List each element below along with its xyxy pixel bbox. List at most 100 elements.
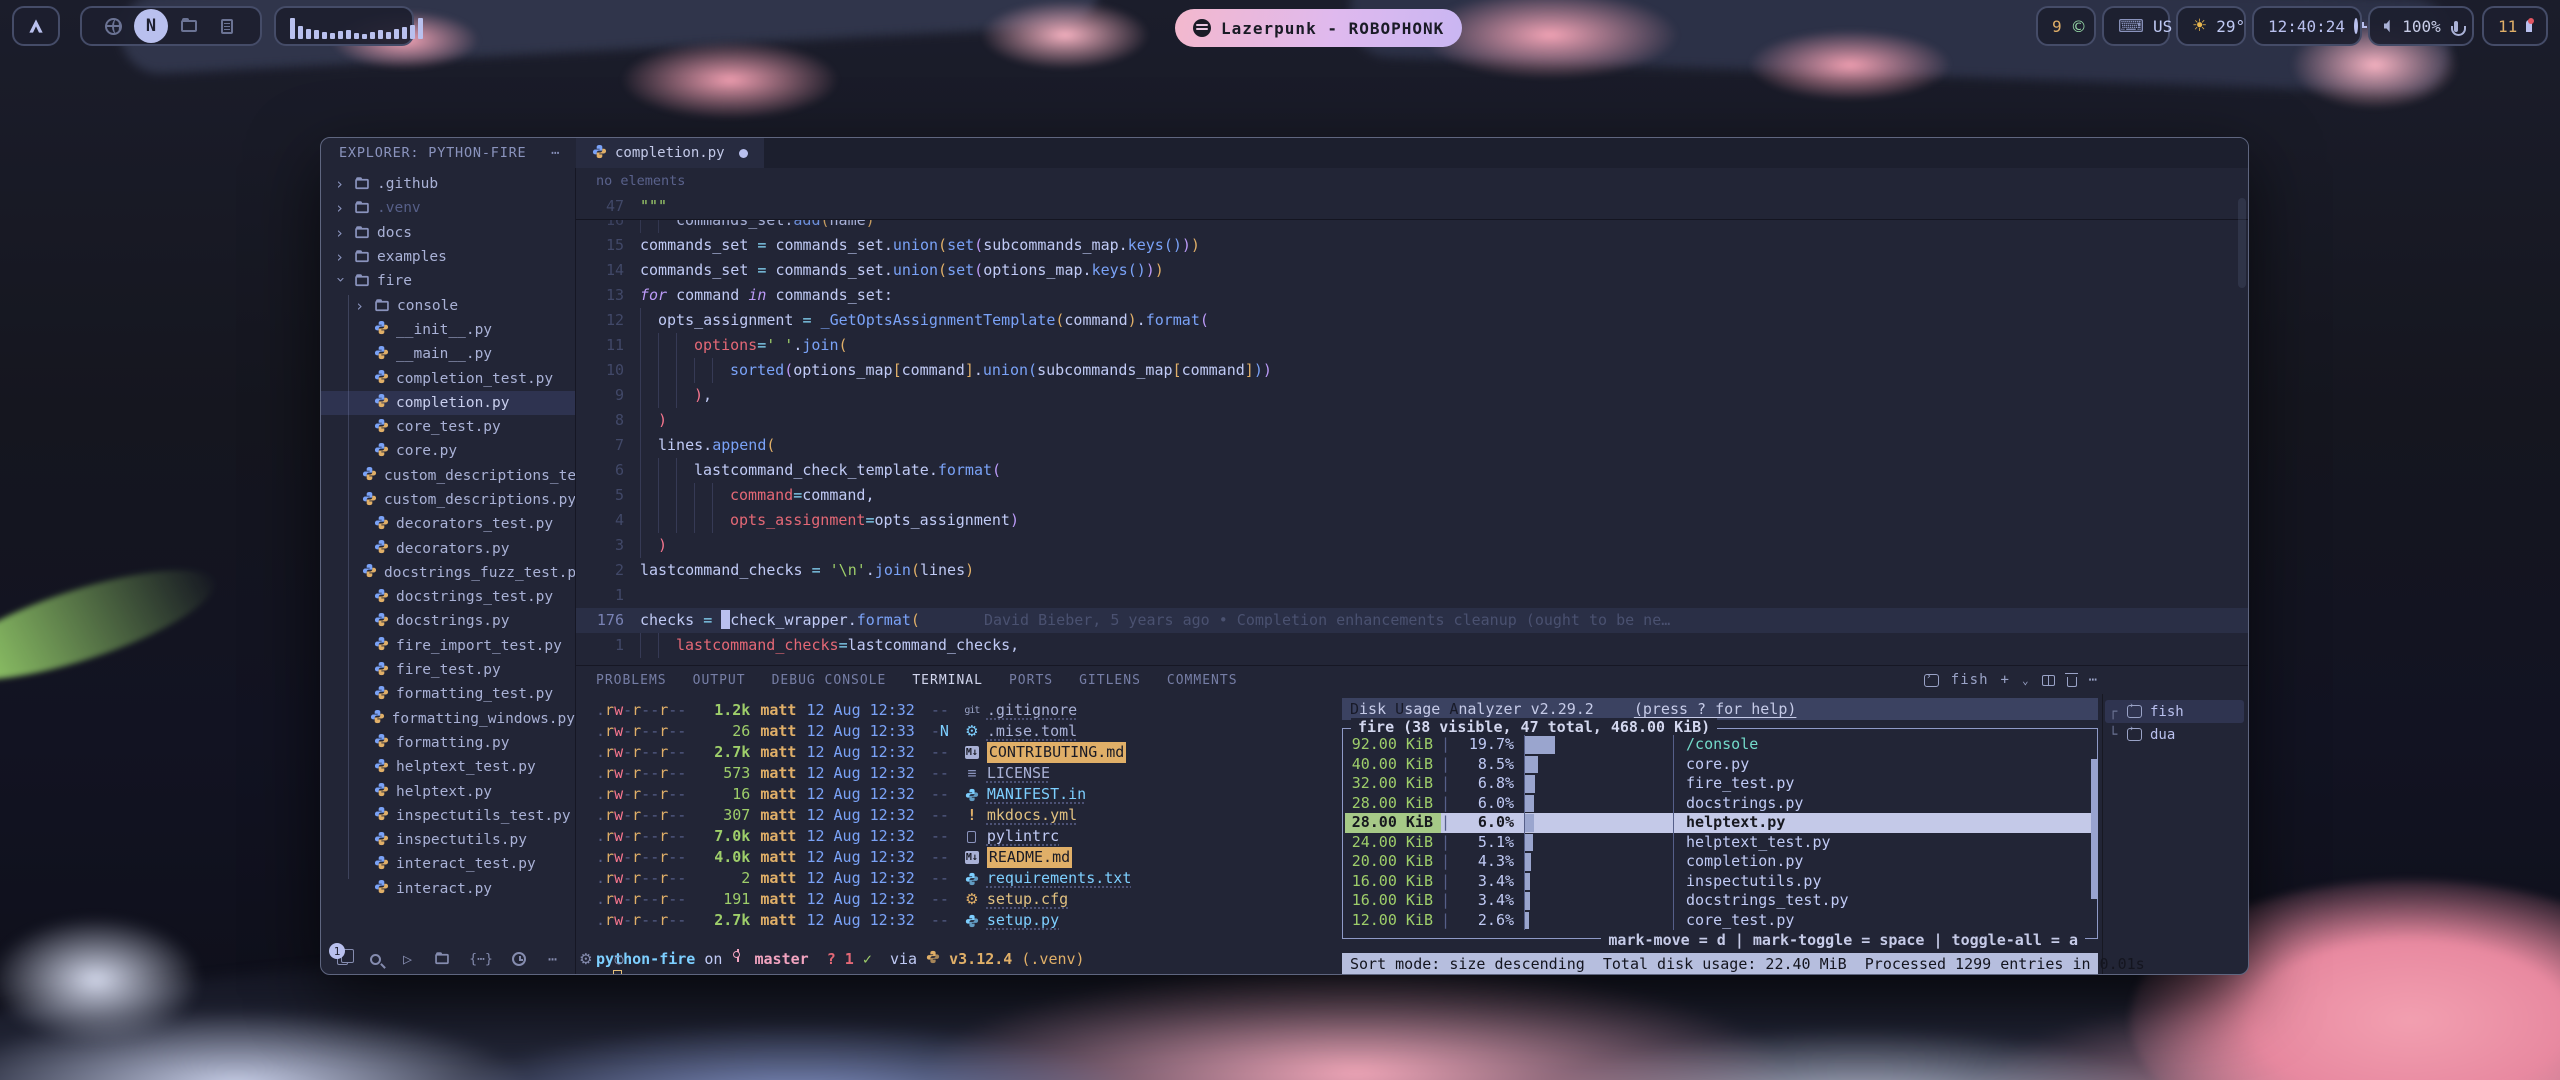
code-line[interactable]: 7lines.append( xyxy=(576,433,2248,458)
sidebar-item-docstrings-fuzz-test-py[interactable]: docstrings_fuzz_test.py xyxy=(321,561,575,585)
sidebar-item--github[interactable]: ›.github xyxy=(321,172,575,196)
dua-row-fire-test-py[interactable]: 32.00 KiB|6.8%fire_test.py xyxy=(1345,774,2095,794)
sidebar-item-custom-descriptions-test-[interactable]: custom_descriptions_test.… xyxy=(321,464,575,488)
file-name-link[interactable]: LICENSE xyxy=(987,763,1050,784)
dua-row-helptext-py[interactable]: 28.00 KiB|6.0%helptext.py xyxy=(1345,813,2095,833)
tab-completion-py[interactable]: completion.py xyxy=(576,138,764,168)
code-line[interactable]: 4opts_assignment=opts_assignment) xyxy=(576,508,2248,533)
editor-scrollbar[interactable] xyxy=(2238,198,2246,288)
terminal-session-dua[interactable]: └dua xyxy=(2105,723,2244,746)
split-terminal-button[interactable] xyxy=(2042,675,2055,686)
launcher-button[interactable] xyxy=(12,6,60,46)
sidebar-item--init-py[interactable]: __init__.py xyxy=(321,318,575,342)
terminal-session-fish[interactable]: ┌fish xyxy=(2105,700,2244,723)
new-terminal-button[interactable]: + xyxy=(2001,672,2010,688)
more-views-button[interactable]: ⋯ xyxy=(548,950,557,968)
terminal-dua[interactable]: Disk Usage Analyzer v2.29.2 (press ? for… xyxy=(1336,694,2102,974)
sidebar-item-decorators-py[interactable]: decorators.py xyxy=(321,536,575,560)
code-line[interactable]: 5command=command, xyxy=(576,483,2248,508)
dua-row-core-test-py[interactable]: 12.00 KiB|2.6%core_test.py xyxy=(1345,911,2095,931)
prompt-input-line[interactable]: › xyxy=(596,970,1336,974)
volume-widget[interactable]: 100% xyxy=(2368,6,2474,46)
panel-more-button[interactable]: ⋯ xyxy=(2089,672,2098,688)
panel-tab-gitlens[interactable]: GITLENS xyxy=(1079,673,1141,688)
code-line[interactable]: 47""" xyxy=(576,194,2248,220)
file-name-link[interactable]: pylintrc xyxy=(987,826,1059,847)
sidebar-item-formatting-py[interactable]: formatting.py xyxy=(321,731,575,755)
panel-tab-debug-console[interactable]: DEBUG CONSOLE xyxy=(772,673,887,688)
code-editor[interactable]: 47"""16commands_set.add(name)15commands_… xyxy=(576,194,2248,665)
code-line[interactable]: 11options=' '.join( xyxy=(576,333,2248,358)
sidebar-item-completion-py[interactable]: completion.py xyxy=(321,391,575,415)
explorer-view-button[interactable]: 1 xyxy=(337,950,348,968)
dua-row-completion-py[interactable]: 20.00 KiB|4.3%completion.py xyxy=(1345,852,2095,872)
panel-tab-ports[interactable]: PORTS xyxy=(1009,673,1053,688)
keyboard-layout-widget[interactable]: ⌨ US xyxy=(2102,6,2170,46)
panel-tab-comments[interactable]: COMMENTS xyxy=(1167,673,1238,688)
code-line[interactable]: 1 xyxy=(576,583,2248,608)
sidebar-item-helptext-test-py[interactable]: helptext_test.py xyxy=(321,755,575,779)
extensions-button[interactable]: {⋯} xyxy=(472,950,490,968)
explorer-more-button[interactable]: ⋯ xyxy=(551,145,560,161)
code-line[interactable]: 12opts_assignment = _GetOptsAssignmentTe… xyxy=(576,308,2248,333)
kill-terminal-button[interactable] xyxy=(2067,677,2077,687)
sidebar-item-inspectutils-test-py[interactable]: inspectutils_test.py xyxy=(321,804,575,828)
code-line[interactable]: 16commands_set.add(name) xyxy=(576,220,2248,233)
file-name-link[interactable]: mkdocs.yml xyxy=(987,805,1077,826)
file-name-link[interactable]: setup.py xyxy=(987,910,1059,931)
updates-widget[interactable]: 9 © xyxy=(2036,6,2096,46)
file-name-link[interactable]: README.md xyxy=(987,847,1072,868)
sidebar-item-docs[interactable]: ›docs xyxy=(321,221,575,245)
file-name-link[interactable]: CONTRIBUTING.md xyxy=(987,742,1126,763)
dua-row-core-py[interactable]: 40.00 KiB|8.5%core.py xyxy=(1345,755,2095,775)
sidebar-item-docstrings-py[interactable]: docstrings.py xyxy=(321,609,575,633)
dua-row-helptext-test-py[interactable]: 24.00 KiB|5.1%helptext_test.py xyxy=(1345,833,2095,853)
sidebar-item-inspectutils-py[interactable]: inspectutils.py xyxy=(321,828,575,852)
sidebar-item--main-py[interactable]: __main__.py xyxy=(321,342,575,366)
dua-row-inspectutils-py[interactable]: 16.00 KiB|3.4%inspectutils.py xyxy=(1345,872,2095,892)
modified-dot-icon[interactable] xyxy=(739,149,748,158)
code-line[interactable]: 1lastcommand_checks=lastcommand_checks, xyxy=(576,633,2248,658)
sidebar-item-formatting-windows-py[interactable]: formatting_windows.py xyxy=(321,707,575,731)
history-button[interactable] xyxy=(512,950,526,968)
sidebar-item-custom-descriptions-py[interactable]: custom_descriptions.py xyxy=(321,488,575,512)
code-line[interactable]: 3) xyxy=(576,533,2248,558)
code-line[interactable]: 2lastcommand_checks = '\n'.join(lines) xyxy=(576,558,2248,583)
settings-button[interactable]: ⚙ xyxy=(579,950,592,968)
music-widget[interactable]: Lazerpunk - ROBOPHONK xyxy=(1175,9,1462,47)
sidebar-item-interact-test-py[interactable]: interact_test.py xyxy=(321,852,575,876)
sidebar-item-helptext-py[interactable]: helptext.py xyxy=(321,779,575,803)
code-line[interactable]: 6lastcommand_check_template.format( xyxy=(576,458,2248,483)
file-name-link[interactable]: .mise.toml xyxy=(987,721,1077,742)
sidebar-item-examples[interactable]: ›examples xyxy=(321,245,575,269)
sidebar-item-fire[interactable]: ›fire xyxy=(321,269,575,293)
file-name-link[interactable]: setup.cfg xyxy=(987,889,1068,910)
sidebar-item-completion-test-py[interactable]: completion_test.py xyxy=(321,366,575,390)
sidebar-item-console[interactable]: ›console xyxy=(321,293,575,317)
panel-tab-terminal[interactable]: TERMINAL xyxy=(912,673,983,688)
code-line[interactable]: 15commands_set = commands_set.union(set(… xyxy=(576,233,2248,258)
sidebar-item-core-py[interactable]: core.py xyxy=(321,439,575,463)
code-line[interactable]: 14commands_set = commands_set.union(set(… xyxy=(576,258,2248,283)
code-line-current[interactable]: 176checks = check_wrapper.format(David B… xyxy=(576,608,2248,633)
panel-tab-output[interactable]: OUTPUT xyxy=(693,673,746,688)
sidebar-item-core-test-py[interactable]: core_test.py xyxy=(321,415,575,439)
run-debug-button[interactable]: ▷ xyxy=(403,950,412,968)
dua-row--console[interactable]: 92.00 KiB|19.7%/console xyxy=(1345,735,2095,755)
workspace-active-n[interactable]: N xyxy=(134,9,168,43)
sidebar-item-fire-import-test-py[interactable]: fire_import_test.py xyxy=(321,634,575,658)
file-name-link[interactable]: MANIFEST.in xyxy=(987,784,1086,805)
status-circle-button[interactable]: ○ xyxy=(615,950,624,968)
workspace-notes[interactable] xyxy=(210,9,244,43)
code-line[interactable]: 9), xyxy=(576,383,2248,408)
sidebar-item-docstrings-test-py[interactable]: docstrings_test.py xyxy=(321,585,575,609)
terminal-profile-dropdown[interactable]: ⌄ xyxy=(2022,674,2030,687)
code-line[interactable]: 8) xyxy=(576,408,2248,433)
code-line[interactable]: 13for command in commands_set: xyxy=(576,283,2248,308)
notifications-widget[interactable]: 11 xyxy=(2482,6,2548,46)
weather-widget[interactable]: ☀ 29° xyxy=(2176,6,2246,46)
source-control-button[interactable] xyxy=(434,950,450,968)
search-view-button[interactable] xyxy=(370,950,381,968)
clock-widget[interactable]: 12:40:24 xyxy=(2252,6,2362,46)
breadcrumb[interactable]: no elements xyxy=(576,168,2248,194)
